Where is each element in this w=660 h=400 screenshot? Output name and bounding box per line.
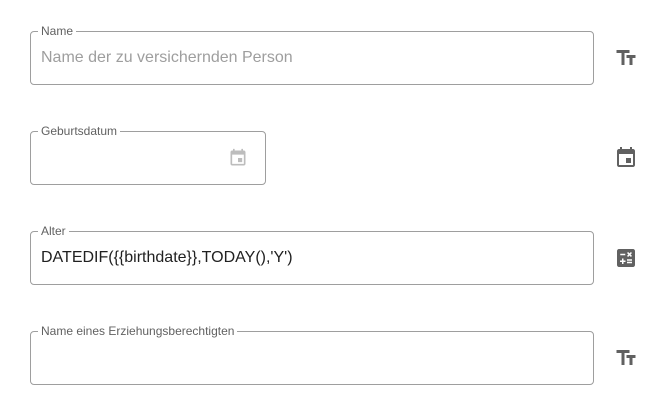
name-input[interactable] bbox=[41, 49, 583, 67]
guardian-name-field[interactable]: Name eines Erziehungsberechtigten bbox=[30, 324, 594, 385]
name-field[interactable]: Name bbox=[30, 24, 594, 85]
name-field-label: Name bbox=[38, 24, 77, 38]
age-field-label: Alter bbox=[38, 224, 69, 238]
calendar-icon[interactable] bbox=[614, 146, 638, 170]
age-field[interactable]: Alter bbox=[30, 224, 594, 285]
calendar-picker-icon[interactable] bbox=[228, 148, 248, 168]
text-fields-icon[interactable] bbox=[614, 46, 638, 70]
birthdate-field-label: Geburtsdatum bbox=[38, 124, 121, 138]
birthdate-field[interactable]: Geburtsdatum bbox=[30, 124, 266, 185]
guardian-name-field-label: Name eines Erziehungsberechtigten bbox=[38, 324, 238, 338]
text-fields-icon[interactable] bbox=[614, 346, 638, 370]
birthdate-input[interactable] bbox=[41, 149, 221, 167]
guardian-name-input[interactable] bbox=[41, 349, 583, 367]
calculate-icon[interactable] bbox=[614, 246, 638, 270]
age-formula-input[interactable] bbox=[41, 249, 583, 267]
